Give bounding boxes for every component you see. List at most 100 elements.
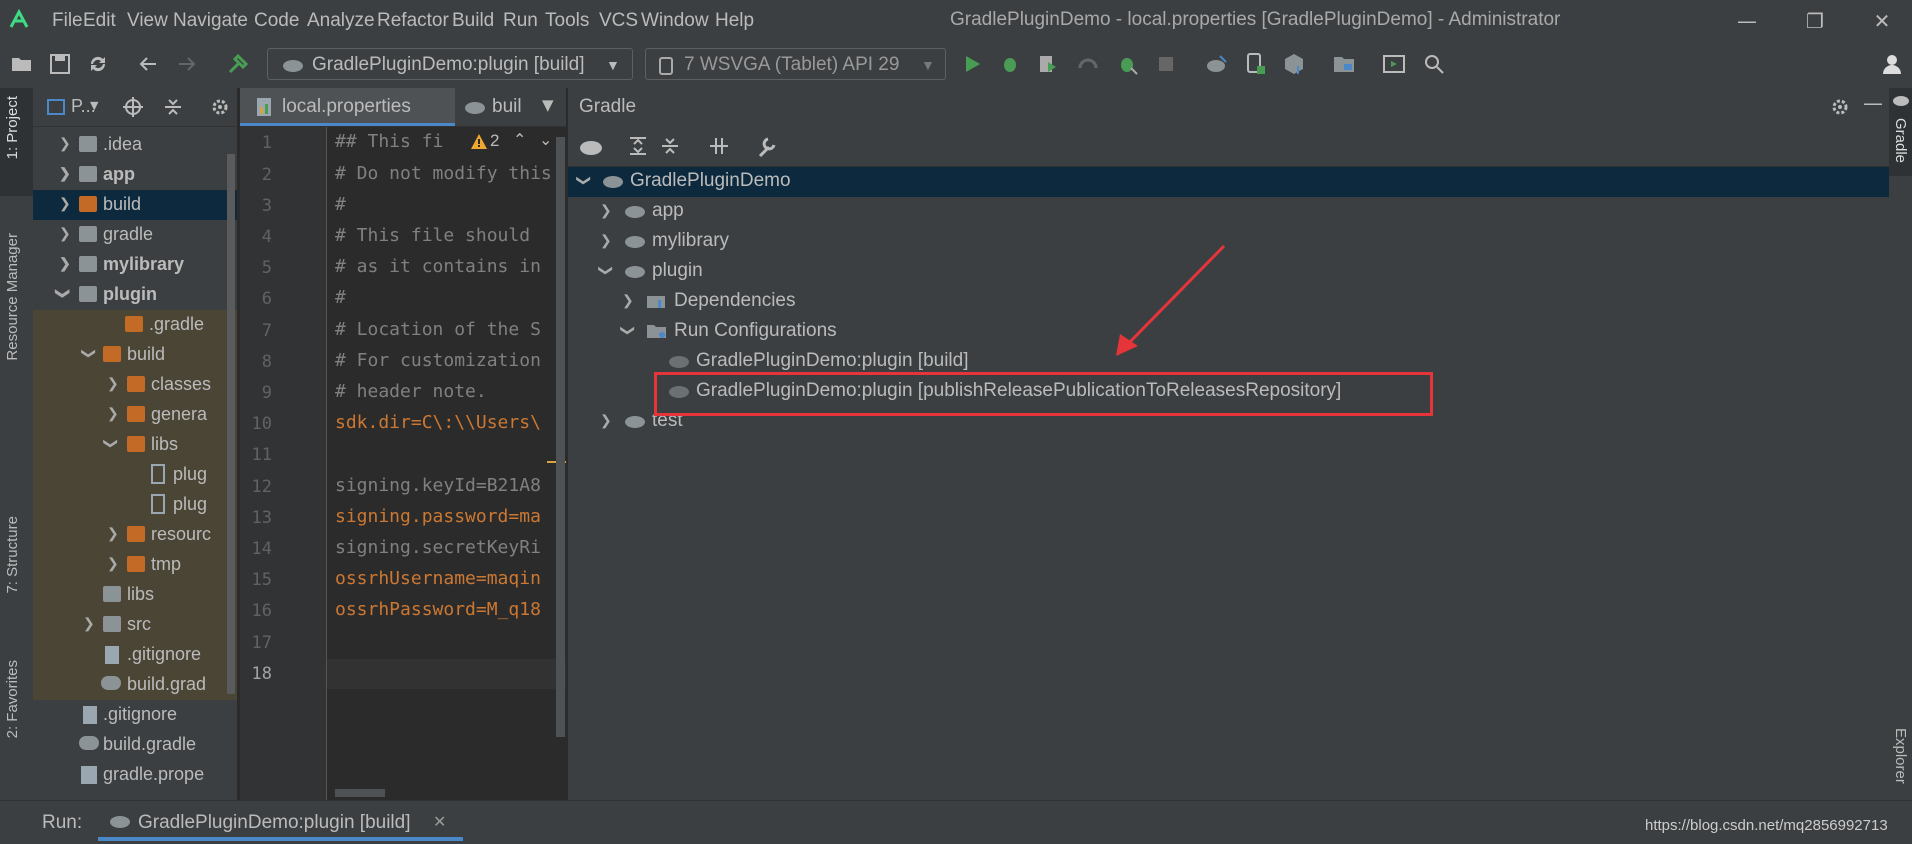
avd-manager-icon[interactable]	[1243, 52, 1267, 76]
user-avatar-icon[interactable]	[1880, 52, 1904, 76]
tab-structure[interactable]: 7: Structure	[4, 516, 21, 594]
gradle-tree-root[interactable]: ❯ GradlePluginDemo	[568, 167, 1890, 197]
line-number-gutter: 1 2 3 4 5 6 7 8 9 10 11 12 13 14 15 16 1…	[240, 127, 327, 800]
minimize-icon[interactable]: —	[1727, 6, 1767, 36]
locate-target-icon[interactable]	[123, 97, 143, 117]
run-with-coverage-icon[interactable]	[1036, 52, 1060, 76]
tree-item-idea[interactable]: ❯ .idea	[33, 130, 237, 160]
menu-build[interactable]: Build	[452, 10, 494, 32]
tab-project[interactable]: 1: Project	[4, 96, 21, 159]
presentation-icon[interactable]	[1382, 52, 1406, 76]
sync-gradle-icon[interactable]	[1204, 52, 1228, 76]
menu-file[interactable]: File	[52, 10, 83, 32]
menu-code[interactable]: Code	[254, 10, 299, 32]
gradle-panel-title: Gradle	[579, 96, 637, 117]
run-label: Run:	[42, 812, 83, 833]
wrench-settings-icon[interactable]	[756, 136, 778, 158]
tab-favorites[interactable]: 2: Favorites	[4, 660, 21, 738]
chevron-down-icon[interactable]: ▼	[542, 96, 554, 114]
restore-icon[interactable]: ❐	[1795, 6, 1835, 36]
editor-h-scrollbar[interactable]	[335, 789, 385, 797]
run-config-dropdown[interactable]: GradlePluginDemo:plugin [build] ▼	[267, 48, 633, 80]
gear-icon[interactable]	[210, 97, 230, 117]
menu-vcs[interactable]: VCS	[599, 10, 638, 32]
tree-item-app[interactable]: ❯ app	[33, 160, 237, 190]
project-structure-icon[interactable]	[1332, 52, 1356, 76]
make-project-hammer-icon[interactable]	[226, 52, 250, 76]
tree-item-plugin[interactable]: ❯ plugin	[33, 280, 237, 310]
tab-build-gradle[interactable]: buil ▼	[456, 88, 562, 126]
chevron-down-icon[interactable]: ⌄	[539, 130, 552, 149]
tree-item-build-gradle[interactable]: build.gradle	[33, 730, 237, 760]
editor-scrollbar[interactable]	[556, 137, 565, 737]
profile-icon[interactable]	[1076, 52, 1100, 76]
line-number: 8	[261, 352, 272, 372]
gradle-tree-app[interactable]: ❯ app	[568, 197, 1890, 227]
search-icon[interactable]	[1422, 52, 1446, 76]
menu-run[interactable]: Run	[503, 10, 538, 32]
save-icon[interactable]	[48, 52, 72, 76]
chevron-up-icon[interactable]: ⌃	[513, 130, 526, 149]
sync-icon[interactable]	[86, 52, 110, 76]
tree-item-resources[interactable]: ❯ resourc	[33, 520, 237, 550]
tree-item-plugin-jar-1[interactable]: plug	[33, 460, 237, 490]
tree-item-plugin-build-gradle[interactable]: build.grad	[33, 670, 237, 700]
expand-all-icon[interactable]	[628, 136, 648, 156]
device-dropdown[interactable]: 7 WSVGA (Tablet) API 29 ▼	[645, 48, 946, 80]
code-line: ossrhPassword=M_q18	[335, 599, 541, 620]
tree-item-plugin-gitignore[interactable]: .gitignore	[33, 640, 237, 670]
tree-item-plugin-jar-2[interactable]: plug	[33, 490, 237, 520]
hide-panel-icon[interactable]: —	[1863, 91, 1883, 115]
tab-gradle[interactable]: Gradle	[1892, 118, 1909, 163]
menu-navigate[interactable]: Navigate	[173, 10, 248, 32]
gradle-elephant-icon	[625, 266, 645, 278]
tree-item-dot-gradle[interactable]: .gradle	[33, 310, 237, 340]
stop-icon[interactable]	[1154, 52, 1178, 76]
tab-local-properties[interactable]: local.properties	[240, 88, 455, 126]
inspection-widget[interactable]: 2 ⌃ ⌄	[463, 127, 566, 157]
tree-item-build-libs[interactable]: ❯ libs	[33, 430, 237, 460]
back-icon[interactable]	[136, 52, 160, 76]
menu-tools[interactable]: Tools	[545, 10, 589, 32]
code-editor[interactable]: ## This fi # Do not modify this # # This…	[327, 127, 566, 800]
close-tab-icon[interactable]: ✕	[433, 812, 446, 831]
tree-item-plugin-build[interactable]: ❯ build	[33, 340, 237, 370]
tree-item-gitignore[interactable]: .gitignore	[33, 700, 237, 730]
menu-refactor[interactable]: Refactor	[377, 10, 449, 32]
tree-item-generated[interactable]: ❯ genera	[33, 400, 237, 430]
run-icon[interactable]	[960, 52, 984, 76]
dependencies-icon	[647, 296, 665, 308]
run-tab[interactable]: GradlePluginDemo:plugin [build] ✕	[98, 801, 463, 841]
chevron-down-icon[interactable]: ▼	[90, 99, 98, 112]
tree-item-tmp[interactable]: ❯ tmp	[33, 550, 237, 580]
tree-item-src[interactable]: ❯ src	[33, 610, 237, 640]
tree-item-gradle[interactable]: ❯ gradle	[33, 220, 237, 250]
close-icon[interactable]: ✕	[1862, 6, 1902, 36]
menu-analyze[interactable]: Analyze	[307, 10, 375, 32]
open-folder-icon[interactable]	[10, 52, 34, 76]
collapse-all-icon[interactable]	[163, 97, 183, 117]
tree-item-classes[interactable]: ❯ classes	[33, 370, 237, 400]
collapse-all-icon[interactable]	[660, 136, 680, 156]
tab-resource-manager[interactable]: Resource Manager	[4, 233, 21, 361]
tree-item-mylibrary[interactable]: ❯ mylibrary	[33, 250, 237, 280]
attach-debugger-icon[interactable]	[1115, 52, 1139, 76]
run-configurations-folder-icon	[647, 325, 666, 338]
project-panel-header: P... ▼	[33, 88, 237, 127]
toggle-offline-mode-icon[interactable]	[708, 136, 730, 156]
menu-window[interactable]: Window	[641, 10, 709, 32]
sdk-manager-icon[interactable]	[1282, 52, 1306, 76]
forward-icon[interactable]	[175, 52, 199, 76]
menu-help[interactable]: Help	[715, 10, 754, 32]
menu-edit[interactable]: Edit	[83, 10, 116, 32]
debug-icon[interactable]	[998, 52, 1022, 76]
tree-item-build[interactable]: ❯ build	[33, 190, 237, 220]
reload-gradle-icon[interactable]	[578, 136, 604, 156]
run-tab-label: GradlePluginDemo:plugin [build]	[138, 812, 411, 833]
tree-item-gradle-properties[interactable]: gradle.prope	[33, 760, 237, 790]
project-scrollbar[interactable]	[227, 154, 235, 694]
line-number: 14	[251, 539, 272, 559]
menu-view[interactable]: View	[127, 10, 168, 32]
gear-icon[interactable]	[1830, 97, 1850, 117]
tree-item-libs[interactable]: libs	[33, 580, 237, 610]
